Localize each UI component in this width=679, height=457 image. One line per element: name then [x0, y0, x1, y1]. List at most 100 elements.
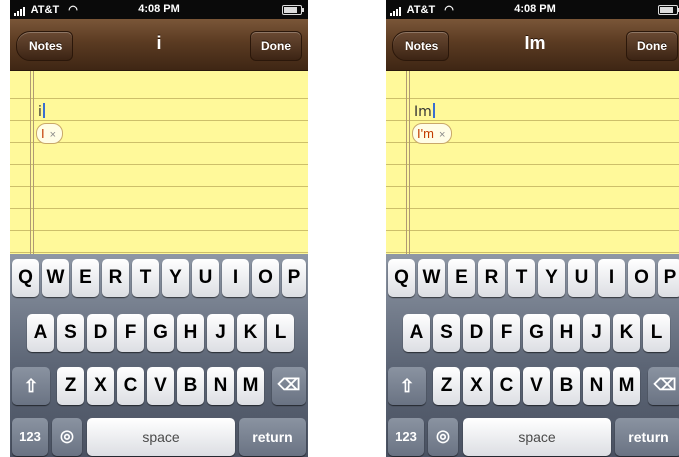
key-c[interactable]: C	[117, 367, 144, 405]
keyboard-row-2: A S D F G H J K L	[386, 314, 679, 354]
typed-text: Im	[414, 104, 432, 120]
key-e[interactable]: E	[448, 259, 475, 297]
key-k[interactable]: K	[613, 314, 640, 352]
key-g[interactable]: G	[523, 314, 550, 352]
keyboard: Q W E R T Y U I O P A S D F G H J K L ⇧ …	[386, 254, 679, 457]
key-p[interactable]: P	[658, 259, 679, 297]
navigation-bar: Notes i Done	[10, 19, 308, 71]
globe-icon[interactable]: ◎	[428, 418, 458, 456]
key-a[interactable]: A	[403, 314, 430, 352]
key-z[interactable]: Z	[57, 367, 84, 405]
key-q[interactable]: Q	[12, 259, 39, 297]
key-s[interactable]: S	[57, 314, 84, 352]
key-d[interactable]: D	[87, 314, 114, 352]
key-c[interactable]: C	[493, 367, 520, 405]
space-key[interactable]: space	[463, 418, 611, 456]
iphone-screen-left: AT&T ◠ 4:08 PM Notes i Done i I × Q W E R…	[10, 0, 308, 457]
key-s[interactable]: S	[433, 314, 460, 352]
keyboard-row-3: ⇧ Z X C V B N M ⌫	[386, 367, 679, 407]
key-p[interactable]: P	[282, 259, 306, 297]
key-i[interactable]: I	[598, 259, 625, 297]
key-r[interactable]: R	[102, 259, 129, 297]
return-key[interactable]: return	[239, 418, 306, 456]
keyboard-row-3: ⇧ Z X C V B N M ⌫	[10, 367, 308, 407]
dismiss-icon[interactable]: ×	[439, 129, 445, 141]
keyboard: Q W E R T Y U I O P A S D F G H J K L ⇧ …	[10, 254, 308, 457]
key-h[interactable]: H	[553, 314, 580, 352]
note-title: i	[156, 33, 162, 53]
key-x[interactable]: X	[463, 367, 490, 405]
key-b[interactable]: B	[177, 367, 204, 405]
key-v[interactable]: V	[523, 367, 550, 405]
battery-icon	[658, 5, 679, 15]
iphone-screen-right: AT&T ◠ 4:08 PM Notes Im Done Im I'm × Q W…	[386, 0, 679, 457]
key-a[interactable]: A	[27, 314, 54, 352]
key-j[interactable]: J	[207, 314, 234, 352]
space-key[interactable]: space	[87, 418, 235, 456]
key-y[interactable]: Y	[162, 259, 189, 297]
key-i[interactable]: I	[222, 259, 249, 297]
key-w[interactable]: W	[418, 259, 445, 297]
key-t[interactable]: T	[508, 259, 535, 297]
autocorrect-bubble[interactable]: I ×	[36, 123, 64, 144]
key-l[interactable]: L	[643, 314, 670, 352]
key-k[interactable]: K	[237, 314, 264, 352]
key-o[interactable]: O	[628, 259, 655, 297]
done-button[interactable]: Done	[250, 31, 302, 61]
numbers-key[interactable]: 123	[12, 418, 48, 456]
globe-icon[interactable]: ◎	[52, 418, 82, 456]
done-button[interactable]: Done	[626, 31, 678, 61]
key-v[interactable]: V	[147, 367, 174, 405]
key-r[interactable]: R	[478, 259, 505, 297]
key-o[interactable]: O	[252, 259, 279, 297]
paper-margin-line	[33, 71, 34, 254]
note-title: Im	[524, 33, 546, 53]
shift-icon[interactable]: ⇧	[12, 367, 50, 405]
navigation-bar: Notes Im Done	[386, 19, 679, 71]
key-x[interactable]: X	[87, 367, 114, 405]
key-n[interactable]: N	[207, 367, 234, 405]
keyboard-row-1: Q W E R T Y U I O P	[10, 259, 308, 299]
keyboard-row-4: 123 ◎ space return	[10, 418, 308, 457]
numbers-key[interactable]: 123	[388, 418, 424, 456]
dismiss-icon[interactable]: ×	[50, 129, 56, 141]
key-l[interactable]: L	[267, 314, 294, 352]
key-j[interactable]: J	[583, 314, 610, 352]
keyboard-row-2: A S D F G H J K L	[10, 314, 308, 354]
note-paper[interactable]: i I ×	[10, 71, 308, 254]
key-u[interactable]: U	[568, 259, 595, 297]
status-time: 4:08 PM	[138, 3, 180, 15]
key-b[interactable]: B	[553, 367, 580, 405]
status-time: 4:08 PM	[514, 3, 556, 15]
key-e[interactable]: E	[72, 259, 99, 297]
keyboard-row-1: Q W E R T Y U I O P	[386, 259, 679, 299]
key-y[interactable]: Y	[538, 259, 565, 297]
autocorrect-bubble[interactable]: I'm ×	[412, 123, 453, 144]
key-q[interactable]: Q	[388, 259, 415, 297]
notes-back-button[interactable]: Notes	[16, 31, 74, 61]
autocorrect-suggestion: I'm	[417, 126, 434, 141]
status-bar: AT&T ◠ 4:08 PM	[10, 0, 308, 19]
key-h[interactable]: H	[177, 314, 204, 352]
key-f[interactable]: F	[117, 314, 144, 352]
paper-margin-line	[406, 71, 407, 254]
note-paper[interactable]: Im I'm ×	[386, 71, 679, 254]
key-n[interactable]: N	[583, 367, 610, 405]
key-u[interactable]: U	[192, 259, 219, 297]
status-bar: AT&T ◠ 4:08 PM	[386, 0, 679, 19]
notes-back-button[interactable]: Notes	[392, 31, 450, 61]
key-f[interactable]: F	[493, 314, 520, 352]
delete-icon[interactable]: ⌫	[648, 367, 679, 405]
key-g[interactable]: G	[147, 314, 174, 352]
return-key[interactable]: return	[615, 418, 679, 456]
key-z[interactable]: Z	[433, 367, 460, 405]
delete-icon[interactable]: ⌫	[272, 367, 306, 405]
key-m[interactable]: M	[237, 367, 264, 405]
text-caret	[432, 103, 435, 118]
key-t[interactable]: T	[132, 259, 159, 297]
key-m[interactable]: M	[613, 367, 640, 405]
shift-icon[interactable]: ⇧	[388, 367, 426, 405]
key-d[interactable]: D	[463, 314, 490, 352]
paper-margin-line	[409, 71, 410, 254]
key-w[interactable]: W	[42, 259, 69, 297]
